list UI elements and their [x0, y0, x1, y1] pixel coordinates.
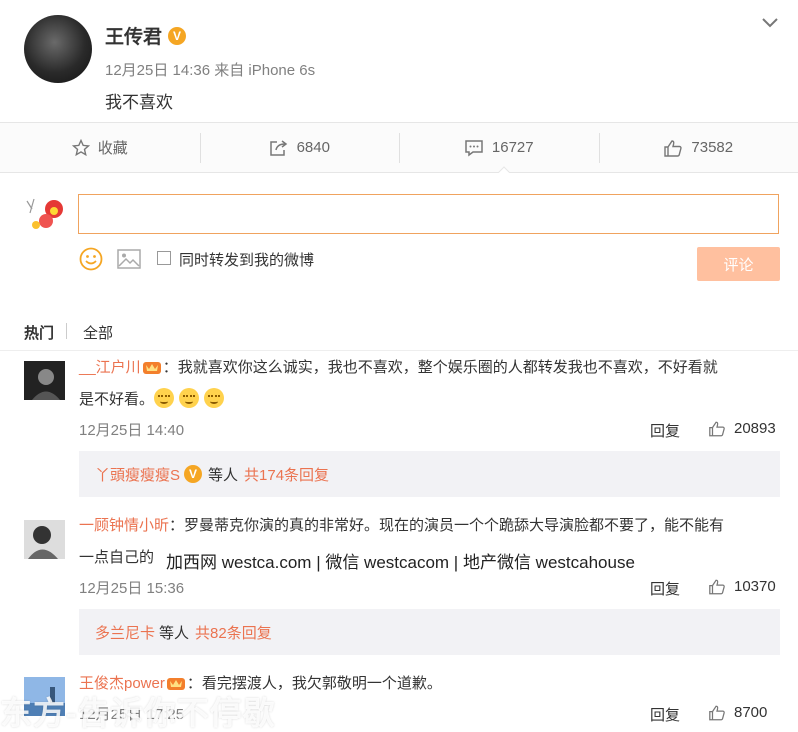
sub-reply-etc: 等人 [208, 466, 239, 484]
thumbs-up-icon [709, 579, 725, 595]
post-text: 我不喜欢 [105, 93, 173, 112]
post-meta: 12月25日 14:36 来自 iPhone 6s [105, 62, 316, 79]
sub-reply-username[interactable]: 多兰尼卡 [95, 622, 155, 643]
emoticon-icon [179, 388, 200, 408]
comment-like-button[interactable]: 20893 [708, 420, 776, 437]
comment-like-button[interactable]: 8700 [708, 704, 767, 721]
author-avatar[interactable] [24, 15, 92, 83]
comment-like-button[interactable]: 10370 [708, 578, 776, 595]
sub-reply-count[interactable]: 共82条回复 [195, 622, 272, 643]
sub-replies[interactable]: 丫頭瘦瘦瘦S V 等人 共174条回复 [79, 451, 780, 497]
forward-checkbox[interactable] [157, 251, 171, 265]
author-name[interactable]: 王传君 [105, 22, 162, 49]
comment-icon [465, 139, 483, 156]
watermark: 加西网 westca.com | 微信 westcacom | 地产微信 wes… [162, 548, 639, 573]
bottom-watermark: 东方-告诉你不停歇 [0, 695, 276, 731]
reply-button[interactable]: 回复 [650, 420, 680, 441]
thumbs-up-icon [709, 705, 725, 721]
tab-hot[interactable]: 热门 [24, 322, 54, 343]
favorite-button[interactable]: 收藏 [0, 123, 200, 172]
sub-reply-etc: 等人 [159, 624, 190, 642]
sub-reply-count[interactable]: 共174条回复 [244, 464, 329, 485]
comment-text: ：罗曼蒂克你演的真的非常好。现在的演员一个个跪舔大导演脸都不要了，能不能有 [169, 517, 725, 534]
thumbs-up-icon [664, 139, 683, 157]
repost-button[interactable]: 6840 [199, 123, 400, 172]
comment-time: 12月25日 14:40 [79, 422, 185, 439]
like-count: 73582 [691, 139, 734, 156]
sub-reply-username[interactable]: 丫頭瘦瘦瘦S [95, 464, 180, 485]
tab-divider [66, 323, 67, 339]
comment-time: 12月25日 15:36 [79, 580, 185, 597]
verified-badge-icon: V [168, 26, 187, 45]
comment-like-count: 8700 [734, 704, 768, 721]
comment-text-cont: 一点自己的 [79, 549, 155, 566]
comment-input[interactable] [78, 194, 779, 234]
share-icon [269, 139, 287, 156]
verified-badge-icon: V [184, 465, 203, 483]
repost-count: 6840 [296, 139, 330, 156]
comment-button[interactable]: 16727 [399, 123, 599, 172]
favorite-label: 收藏 [97, 140, 128, 157]
image-icon[interactable] [117, 249, 141, 269]
comment-username[interactable]: 一顾钟情小昕 [79, 517, 169, 534]
tab-all[interactable]: 全部 [83, 322, 113, 343]
comment-username[interactable]: __江户川 [79, 359, 141, 376]
comment-like-count: 20893 [734, 420, 776, 437]
submit-comment-button[interactable]: 评论 [697, 247, 780, 281]
reply-button[interactable]: 回复 [650, 704, 680, 725]
comment-like-count: 10370 [734, 578, 776, 595]
comment-avatar[interactable] [24, 361, 65, 400]
emoticon-icon [204, 388, 225, 408]
thumbs-up-icon [709, 421, 725, 437]
comment-text-cont: 是不好看。 [79, 391, 155, 408]
comment-text: ：我就喜欢你这么诚实，我也不喜欢，整个娱乐圈的人都转发我也不喜欢，不好看就 [162, 359, 718, 376]
author-line: 王传君 V [105, 22, 187, 49]
like-button[interactable]: 73582 [598, 123, 798, 172]
emoji-icon[interactable] [79, 247, 103, 271]
star-icon [71, 138, 90, 156]
vip-crown-icon [142, 362, 161, 374]
chevron-down-icon[interactable] [760, 14, 780, 32]
comment-body: __江户川 ：我就喜欢你这么诚实，我也不喜欢，整个娱乐圈的人都转发我也不喜欢，不好… [79, 352, 779, 416]
caret-indicator [497, 166, 511, 174]
my-avatar[interactable] [24, 195, 66, 235]
comment-avatar[interactable] [24, 520, 65, 559]
comment-count: 16727 [491, 139, 534, 156]
reply-button[interactable]: 回复 [650, 578, 680, 599]
action-bar: 收藏 6840 16727 73582 [0, 122, 798, 173]
sub-replies[interactable]: 多兰尼卡 等人 共82条回复 [79, 609, 780, 655]
divider [0, 350, 798, 351]
forward-label[interactable]: 同时转发到我的微博 [179, 249, 314, 270]
emoticon-icon [154, 388, 175, 408]
